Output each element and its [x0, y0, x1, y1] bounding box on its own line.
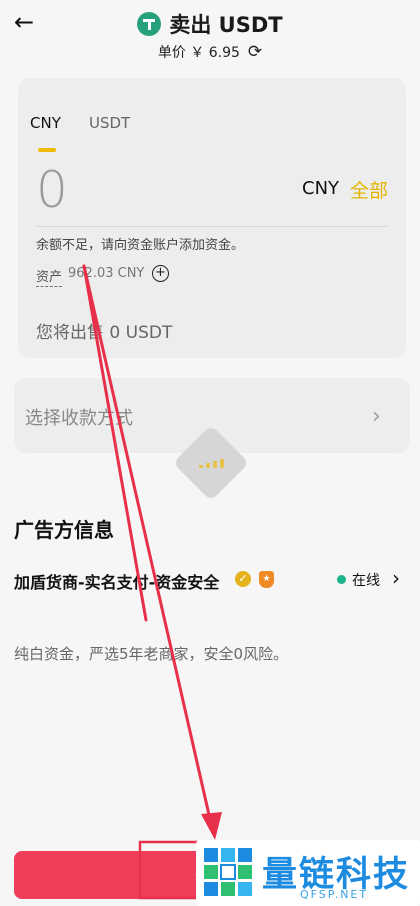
verified-badge-icon: ✓ — [235, 571, 251, 587]
tab-cny[interactable]: CNY — [30, 114, 61, 132]
divider — [36, 226, 388, 227]
all-button[interactable]: 全部 — [350, 176, 388, 203]
asset-value: 962.03 CNY — [68, 266, 145, 281]
online-status-dot — [337, 575, 346, 584]
tab-usdt[interactable]: USDT — [89, 114, 130, 132]
chevron-right-icon: › — [372, 404, 381, 429]
advertiser-description: 纯白资金，严选5年老商家，安全0风险。 — [14, 645, 289, 663]
page-title: 卖出 USDT — [169, 13, 283, 37]
unit-price: 单价 ￥ 6.95 ⟳ — [0, 41, 420, 63]
unit-price-text: 单价 ￥ 6.95 — [157, 45, 240, 61]
active-tab-indicator — [38, 148, 56, 152]
payment-method-label: 选择收款方式 — [25, 408, 133, 429]
page-header: 卖出 USDT — [0, 8, 420, 40]
watermark-logo-icon — [204, 848, 252, 896]
amount-input[interactable]: 0 — [36, 160, 68, 220]
amount-unit: CNY — [302, 178, 340, 199]
online-status: 在线 — [352, 573, 380, 589]
chevron-right-icon[interactable]: › — [392, 566, 400, 590]
refresh-icon[interactable]: ⟳ — [248, 43, 262, 61]
add-funds-icon[interactable]: + — [152, 265, 169, 282]
amount-card — [18, 78, 406, 358]
insufficient-balance-hint: 余额不足，请向资金账户添加资金。 — [36, 238, 245, 253]
shield-badge-icon: ★ — [259, 571, 274, 588]
merchant-name[interactable]: 加盾货商-实名支付-资金安全 — [14, 569, 219, 593]
sell-summary: 您将出售 0 USDT — [36, 323, 173, 343]
advertiser-section-title: 广告方信息 — [14, 518, 114, 542]
loading-bars-icon — [196, 456, 226, 468]
watermark-site: QFSP.NET — [300, 888, 369, 901]
asset-label: 资产 — [36, 266, 63, 287]
tether-icon — [137, 12, 162, 36]
